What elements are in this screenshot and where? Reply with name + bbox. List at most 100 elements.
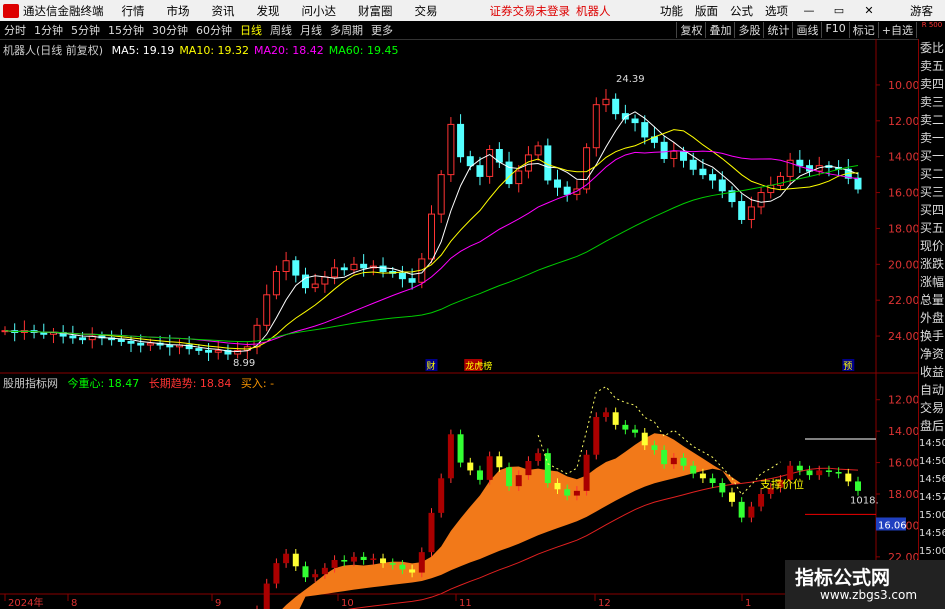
sub-candle-body (632, 429, 639, 433)
period-tab-0[interactable]: 分时 (0, 22, 30, 38)
candle-body (340, 267, 348, 271)
sidebar-item-15: 外盘 (919, 311, 944, 325)
candle-body (40, 331, 48, 335)
candle-body (466, 156, 474, 167)
event-marker-label: 财 (427, 360, 436, 372)
period-tab-10[interactable]: 更多 (367, 22, 397, 38)
quote-sidebar: R 500 委比 卖五 卖四 卖三 卖二 卖一 买一 买二 买三 买四 买五 现价 涨跌 涨幅 总量 外盘 换手… (918, 21, 945, 609)
sidebar-item-24: 14:56 (919, 474, 945, 485)
tool-7[interactable]: +自选 (877, 22, 916, 38)
login-notice[interactable]: 证券交易未登录 (490, 3, 571, 19)
sidebar-item-13: 涨幅 (919, 275, 944, 289)
tool-0[interactable]: 复权 (676, 22, 705, 38)
sub-ytick-label: 14.00 (888, 425, 918, 438)
sub-candle-body (476, 470, 483, 480)
sub-candle-body (728, 492, 735, 502)
tool-4[interactable]: 画线 (792, 22, 821, 38)
tool-2[interactable]: 多股 (734, 22, 763, 38)
candle-body (592, 104, 600, 149)
period-tab-6[interactable]: 日线 (236, 22, 266, 38)
candle-body (854, 177, 862, 190)
low-label: 8.99 (233, 358, 255, 369)
candle-body (127, 340, 135, 344)
candle-body (670, 150, 678, 159)
sub-candle-body (370, 558, 377, 560)
sub-candle-body (506, 467, 513, 487)
menu-item-2[interactable]: 资讯 (212, 4, 235, 18)
sidebar-item-21: 盘后 (919, 419, 944, 433)
sub-candle-body (496, 456, 503, 468)
sidebar-item-14: 总量 (919, 293, 944, 307)
sub-candle-body (855, 481, 861, 491)
main-ytick-label: 24.00 (888, 330, 918, 343)
candle-body (718, 179, 726, 192)
candle-body (272, 270, 280, 296)
candle-body (137, 342, 145, 346)
sidebar-item-9: 买四 (919, 203, 944, 217)
top-menu-2[interactable]: 公式 (730, 3, 753, 19)
sidebar-item-23: 14:50 (919, 456, 945, 467)
candle-body (680, 150, 688, 161)
main-ytick-label: 10.00 (888, 79, 918, 92)
tool-6[interactable]: 标记 (848, 22, 878, 38)
menu-item-4[interactable]: 问小达 (302, 4, 337, 18)
high-label: 24.39 (616, 74, 645, 85)
sub-candle-body (283, 553, 290, 564)
watermark-title: 指标公式网 (795, 567, 891, 589)
period-toolbar: 分时 1分钟 5分钟 15分钟 30分钟 60分钟 日线 周线 月线 多周期 更多 复权 叠加 多股 统计… (0, 21, 945, 40)
candle-body (602, 98, 610, 106)
sub-candle-body (602, 412, 609, 417)
xtick-label: 8 (71, 598, 77, 609)
menu-item-6[interactable]: 交易 (415, 4, 438, 18)
period-tab-5[interactable]: 60分钟 (192, 22, 236, 38)
sub-candle-body (331, 560, 338, 568)
menu-item-1[interactable]: 市场 (167, 4, 190, 18)
sub-candle-body (292, 553, 299, 567)
candle-body (350, 263, 358, 271)
candle-body (738, 201, 746, 220)
sidebar-item-5: 卖一 (919, 131, 944, 145)
close-icon[interactable]: ✕ (860, 4, 878, 18)
candle-body (689, 159, 697, 170)
candle-body (699, 168, 707, 176)
top-menu-0[interactable]: 功能 (660, 3, 683, 19)
xtick-label: 12 (598, 598, 611, 609)
candle-body (195, 348, 203, 351)
top-menu-3[interactable]: 选项 (765, 3, 788, 19)
tool-1[interactable]: 叠加 (705, 22, 734, 38)
period-tab-7[interactable]: 周线 (266, 22, 296, 38)
app-title: 通达信金融终端 (23, 3, 104, 18)
sidebar-item-1: 卖五 (919, 59, 944, 73)
top-menu-1[interactable]: 版面 (695, 3, 718, 19)
sidebar-item-18: 收益 (919, 365, 944, 379)
tool-3[interactable]: 统计 (763, 22, 792, 38)
support-label: 支撑价位 (760, 477, 804, 491)
candle-body (205, 349, 213, 353)
account-label: 机器人 (576, 3, 611, 18)
period-tab-4[interactable]: 30分钟 (148, 22, 192, 38)
menu-item-0[interactable]: 行情 (122, 4, 145, 18)
period-tab-9[interactable]: 多周期 (326, 22, 367, 38)
candle-body (447, 123, 455, 176)
menu-item-5[interactable]: 财富圈 (358, 4, 393, 18)
sub-candle-body (350, 556, 357, 562)
sub-candle-body (641, 432, 648, 446)
period-tab-2[interactable]: 5分钟 (67, 22, 104, 38)
sidebar-item-11: 现价 (919, 239, 944, 253)
tool-5[interactable]: F10 (821, 22, 848, 38)
sub-candle-body (418, 552, 425, 573)
candle-body (214, 349, 222, 353)
minimize-icon[interactable]: — (800, 4, 818, 18)
sub-candle-body (554, 483, 561, 490)
restore-icon[interactable]: ▭ (830, 4, 848, 18)
sub-candle-body (690, 465, 697, 474)
menu-item-3[interactable]: 发现 (257, 4, 280, 18)
candle-body (117, 339, 125, 342)
period-tab-3[interactable]: 15分钟 (104, 22, 148, 38)
period-tab-8[interactable]: 月线 (296, 22, 326, 38)
chart-area[interactable]: 24.00 22.00 20.00 18.00 16.00 14.00 12.00 10.00… (0, 39, 918, 609)
period-tab-1[interactable]: 1分钟 (30, 22, 67, 38)
app-logo-icon (3, 3, 19, 18)
sub-candle-body (389, 563, 396, 565)
guest-label[interactable]: 游客 (910, 3, 933, 19)
